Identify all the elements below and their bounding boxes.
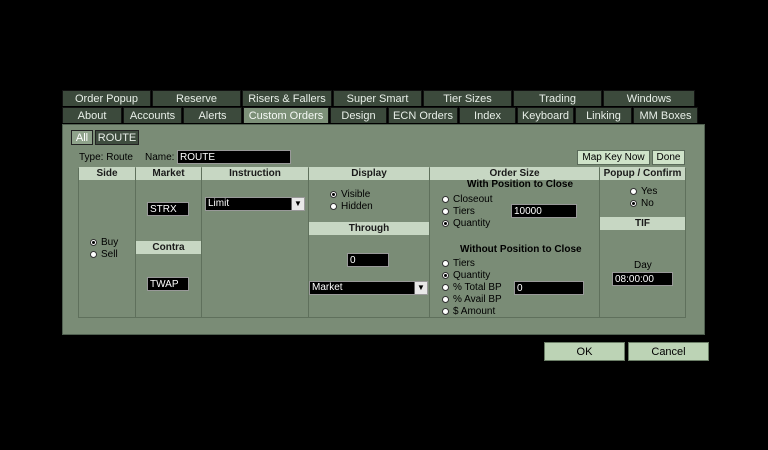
tab-keyboard[interactable]: Keyboard: [517, 107, 574, 123]
radio-dot-icon: [442, 272, 449, 279]
contra-input[interactable]: TWAP: [147, 277, 189, 291]
display-header: Display: [309, 167, 429, 180]
without-position-value-input[interactable]: 0: [514, 281, 584, 295]
radio-dot-icon: [90, 239, 97, 246]
tab-ecn-orders[interactable]: ECN Orders: [388, 107, 458, 123]
through-select[interactable]: Market ▼: [309, 281, 428, 295]
tab-risers-fallers[interactable]: Risers & Fallers: [242, 90, 332, 106]
chevron-down-icon[interactable]: ▼: [291, 198, 304, 210]
popup-confirm-header: Popup / Confirm: [600, 167, 685, 180]
display-hidden-label: Hidden: [341, 201, 373, 212]
tab-mm-boxes[interactable]: MM Boxes: [633, 107, 698, 123]
display-visible-radio[interactable]: Visible: [330, 189, 370, 200]
tab-linking[interactable]: Linking: [575, 107, 632, 123]
radio-dot-icon: [442, 196, 449, 203]
through-input[interactable]: 0: [347, 253, 389, 267]
radio-dot-icon: [442, 208, 449, 215]
side-buy-label: Buy: [101, 237, 119, 248]
with-tiers-radio[interactable]: Tiers: [442, 206, 475, 217]
without-quantity-radio[interactable]: Quantity: [442, 270, 490, 281]
without-quantity-label: Quantity: [453, 270, 491, 281]
cancel-button[interactable]: Cancel: [628, 342, 709, 361]
instruction-header: Instruction: [202, 167, 308, 180]
with-position-title: With Position to Close: [467, 179, 574, 190]
radio-dot-icon: [442, 260, 449, 267]
total-bp-radio[interactable]: % Total BP: [442, 282, 502, 293]
through-select-value: Market: [312, 282, 343, 293]
market-input[interactable]: STRX: [147, 202, 189, 216]
tab-row-top: Order Popup Reserve Risers & Fallers Sup…: [62, 90, 696, 106]
without-tiers-radio[interactable]: Tiers: [442, 258, 475, 269]
tab-reserve[interactable]: Reserve: [152, 90, 241, 106]
subtab-route[interactable]: ROUTE: [95, 130, 139, 145]
closeout-label: Closeout: [453, 194, 493, 205]
radio-dot-icon: [442, 284, 449, 291]
tab-trading[interactable]: Trading: [513, 90, 602, 106]
avail-bp-radio[interactable]: % Avail BP: [442, 294, 502, 305]
side-sell-label: Sell: [101, 249, 118, 260]
market-header: Market: [136, 167, 201, 180]
tab-custom-orders[interactable]: Custom Orders: [243, 107, 329, 123]
ok-button[interactable]: OK: [544, 342, 625, 361]
instruction-select[interactable]: Limit ▼: [205, 197, 305, 211]
with-tiers-label: Tiers: [453, 206, 475, 217]
tab-windows[interactable]: Windows: [603, 90, 695, 106]
name-label: Name:: [145, 152, 175, 163]
tif-header: TIF: [600, 217, 685, 230]
with-position-quantity-input[interactable]: 10000: [511, 204, 577, 218]
tab-accounts[interactable]: Accounts: [123, 107, 182, 123]
tab-index[interactable]: Index: [459, 107, 516, 123]
with-quantity-label: Quantity: [453, 218, 491, 229]
without-tiers-label: Tiers: [453, 258, 475, 269]
side-sell-radio[interactable]: Sell: [90, 249, 118, 260]
tif-day-label: Day: [634, 260, 652, 271]
instruction-value: Limit: [208, 198, 230, 209]
dollar-amount-label: $ Amount: [453, 306, 496, 317]
popup-yes-label: Yes: [641, 186, 658, 197]
radio-dot-icon: [90, 251, 97, 258]
radio-dot-icon: [630, 200, 637, 207]
name-input[interactable]: ROUTE: [177, 150, 291, 164]
tab-row-bottom: About Accounts Alerts Custom Orders Desi…: [62, 107, 699, 123]
popup-no-label: No: [641, 198, 654, 209]
display-visible-label: Visible: [341, 189, 371, 200]
type-label: Type: Route: [79, 152, 133, 163]
side-header: Side: [79, 167, 135, 180]
closeout-radio[interactable]: Closeout: [442, 194, 492, 205]
done-button[interactable]: Done: [652, 150, 685, 165]
tab-tier-sizes[interactable]: Tier Sizes: [423, 90, 512, 106]
chevron-down-icon[interactable]: ▼: [414, 282, 427, 294]
tab-alerts[interactable]: Alerts: [183, 107, 242, 123]
radio-dot-icon: [442, 308, 449, 315]
popup-yes-radio[interactable]: Yes: [630, 186, 657, 197]
tab-about[interactable]: About: [62, 107, 122, 123]
side-buy-radio[interactable]: Buy: [90, 237, 118, 248]
radio-dot-icon: [330, 191, 337, 198]
radio-dot-icon: [630, 188, 637, 195]
tab-design[interactable]: Design: [330, 107, 387, 123]
total-bp-label: % Total BP: [453, 282, 502, 293]
dollar-amount-radio[interactable]: $ Amount: [442, 306, 495, 317]
radio-dot-icon: [442, 220, 449, 227]
radio-dot-icon: [442, 296, 449, 303]
with-quantity-radio[interactable]: Quantity: [442, 218, 490, 229]
display-hidden-radio[interactable]: Hidden: [330, 201, 373, 212]
through-header: Through: [309, 222, 429, 235]
tab-order-popup[interactable]: Order Popup: [62, 90, 151, 106]
popup-no-radio[interactable]: No: [630, 198, 654, 209]
avail-bp-label: % Avail BP: [453, 294, 502, 305]
tif-time-input[interactable]: 08:00:00: [612, 272, 673, 286]
instruction-column: [201, 168, 309, 318]
without-position-title: Without Position to Close: [460, 244, 582, 255]
subtab-all[interactable]: All: [71, 130, 93, 145]
contra-header: Contra: [136, 241, 201, 254]
radio-dot-icon: [330, 203, 337, 210]
map-key-now-button[interactable]: Map Key Now: [577, 150, 650, 165]
tab-super-smart[interactable]: Super Smart: [333, 90, 422, 106]
